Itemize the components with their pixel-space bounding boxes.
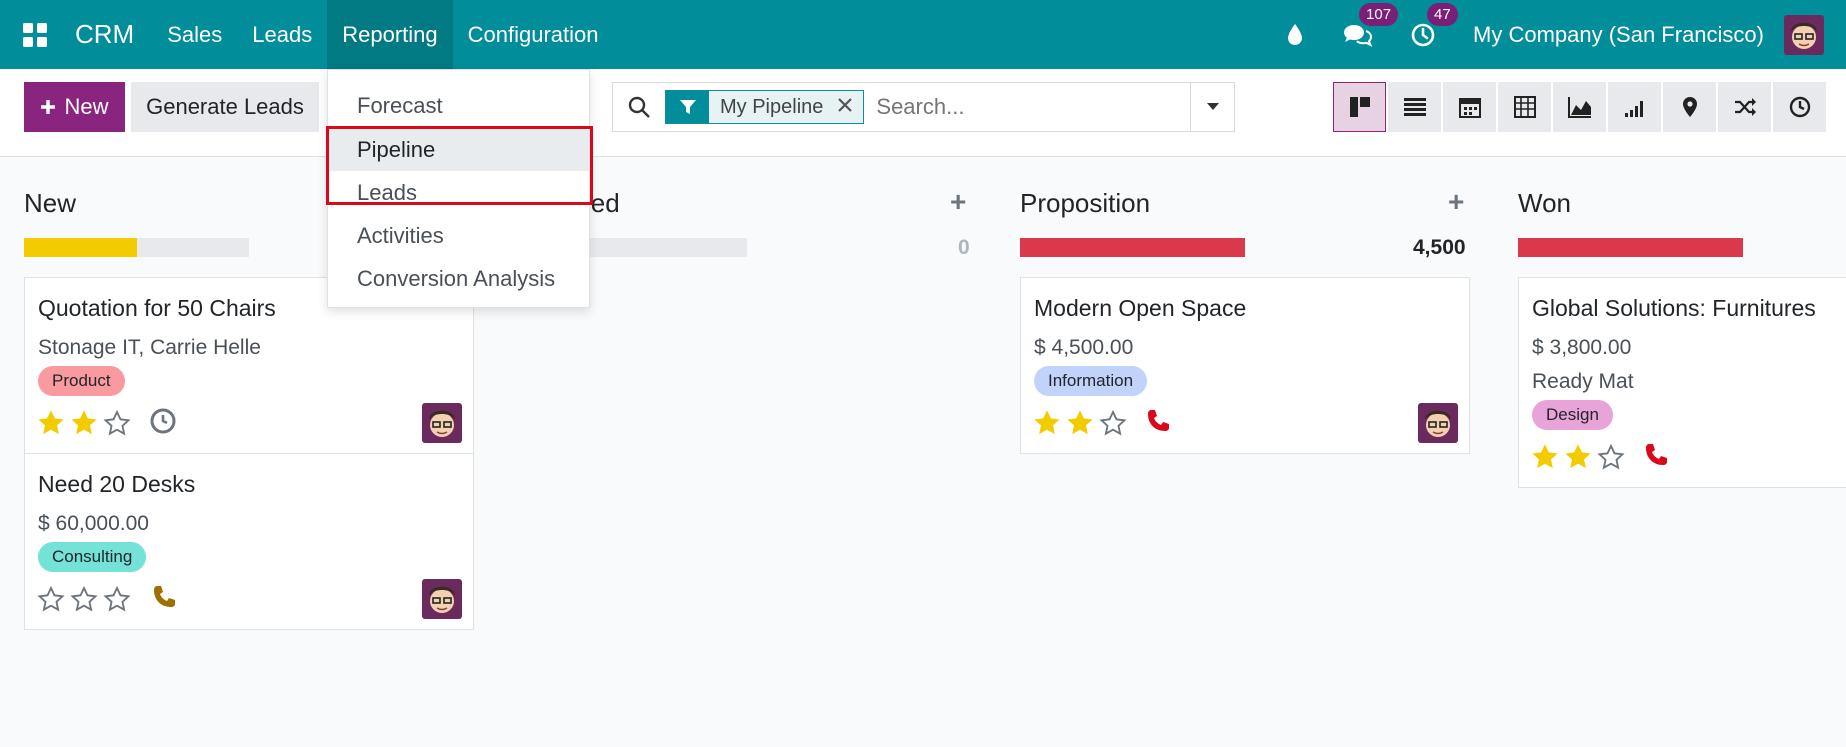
search-icon[interactable] bbox=[613, 95, 665, 119]
facet-label: My Pipeline bbox=[720, 95, 824, 118]
facet-remove-icon[interactable] bbox=[837, 96, 853, 119]
search-facet: My Pipeline bbox=[665, 90, 865, 124]
map-view-icon[interactable] bbox=[1663, 82, 1716, 132]
activity-view-icon[interactable] bbox=[1773, 82, 1826, 132]
dropdown-item-forecast[interactable]: Forecast bbox=[328, 84, 589, 127]
company-switcher[interactable]: My Company (San Francisco) bbox=[1473, 22, 1764, 48]
star-filled-icon[interactable] bbox=[1066, 409, 1094, 436]
star-filled-icon[interactable] bbox=[37, 409, 65, 436]
annotation-highlight-box bbox=[326, 126, 593, 205]
random-view-icon[interactable] bbox=[1718, 82, 1771, 132]
generate-leads-button[interactable]: Generate Leads bbox=[131, 82, 319, 132]
card-customer: Ready Mat bbox=[1532, 370, 1634, 393]
filter-icon bbox=[666, 91, 709, 123]
control-panel: New Generate Leads My Pipeline bbox=[0, 69, 1846, 157]
star-filled-icon[interactable] bbox=[1033, 409, 1061, 436]
top-navbar: CRM Sales Leads Reporting Configuration … bbox=[0, 0, 1846, 69]
card-customer: Stonage IT, Carrie Helle bbox=[38, 336, 261, 359]
priority-stars[interactable] bbox=[37, 409, 131, 436]
column-title-won[interactable]: Won bbox=[1518, 188, 1571, 219]
list-view-icon[interactable] bbox=[1388, 82, 1441, 132]
messages-icon[interactable]: 107 bbox=[1342, 2, 1399, 48]
caret-down-icon bbox=[1206, 103, 1219, 110]
column-title-new[interactable]: New bbox=[24, 188, 76, 219]
column-progress-new[interactable] bbox=[24, 238, 249, 257]
column-add-icon-qualified[interactable]: + bbox=[950, 186, 966, 218]
card-tag: Information bbox=[1034, 366, 1148, 396]
droplet-icon[interactable] bbox=[1286, 23, 1304, 47]
search-bar: My Pipeline bbox=[612, 82, 1235, 132]
new-button-label: New bbox=[64, 94, 109, 119]
dropdown-item-activities[interactable]: Activities bbox=[328, 214, 589, 257]
star-empty-icon[interactable] bbox=[37, 585, 65, 612]
activities-count-badge: 47 bbox=[1427, 2, 1458, 26]
graph-view-icon[interactable] bbox=[1553, 82, 1606, 132]
salesperson-avatar[interactable] bbox=[422, 403, 462, 443]
user-avatar[interactable] bbox=[1784, 14, 1824, 55]
salesperson-avatar[interactable] bbox=[1418, 403, 1458, 443]
messages-count-badge: 107 bbox=[1359, 2, 1399, 26]
star-filled-icon[interactable] bbox=[70, 409, 98, 436]
menu-reporting[interactable]: Reporting bbox=[327, 0, 453, 69]
card-title: Global Solutions: Furnitures bbox=[1532, 295, 1816, 321]
column-progress-qualified[interactable] bbox=[590, 238, 747, 257]
view-switcher bbox=[1333, 82, 1826, 132]
phone-icon[interactable] bbox=[1643, 442, 1669, 473]
menu-sales[interactable]: Sales bbox=[152, 0, 237, 69]
column-sum-proposition: 4,500 bbox=[1413, 236, 1466, 259]
column-title-proposition[interactable]: Proposition bbox=[1020, 188, 1150, 219]
card-tag: Product bbox=[38, 366, 125, 396]
star-empty-icon[interactable] bbox=[1099, 409, 1127, 436]
cohort-view-icon[interactable] bbox=[1608, 82, 1661, 132]
dropdown-item-conversion-analysis[interactable]: Conversion Analysis bbox=[328, 257, 589, 300]
card-revenue: $ 60,000.00 bbox=[38, 512, 149, 535]
search-options-toggle[interactable] bbox=[1190, 83, 1234, 131]
card-title: Modern Open Space bbox=[1034, 295, 1247, 321]
priority-stars[interactable] bbox=[1033, 409, 1127, 436]
star-filled-icon[interactable] bbox=[1564, 443, 1592, 470]
card-tag: Design bbox=[1532, 400, 1613, 430]
column-progress-won[interactable] bbox=[1518, 238, 1743, 257]
column-sum-qualified: 0 bbox=[958, 236, 970, 259]
activities-clock-icon[interactable]: 47 bbox=[1410, 2, 1458, 48]
star-filled-icon[interactable] bbox=[1531, 443, 1559, 470]
card-title: Quotation for 50 Chairs bbox=[38, 295, 276, 321]
card-title: Need 20 Desks bbox=[38, 471, 196, 497]
new-button[interactable]: New bbox=[24, 82, 125, 132]
kanban-card-global-solutions[interactable]: Global Solutions: Furnitures $ 3,800.00 … bbox=[1518, 277, 1846, 488]
kanban-view-icon[interactable] bbox=[1333, 82, 1386, 132]
apps-menu-icon[interactable] bbox=[0, 0, 70, 69]
card-tag: Consulting bbox=[38, 542, 147, 572]
kanban-card-modern-open-space[interactable]: Modern Open Space $ 4,500.00 Information bbox=[1020, 277, 1470, 454]
priority-stars[interactable] bbox=[1531, 443, 1625, 470]
star-empty-icon[interactable] bbox=[103, 409, 131, 436]
pivot-view-icon[interactable] bbox=[1498, 82, 1551, 132]
clock-icon[interactable] bbox=[149, 407, 177, 440]
star-empty-icon[interactable] bbox=[103, 585, 131, 612]
phone-icon[interactable] bbox=[151, 584, 177, 615]
menu-leads[interactable]: Leads bbox=[237, 0, 327, 69]
card-revenue: $ 4,500.00 bbox=[1034, 336, 1134, 359]
kanban-card-need-desks[interactable]: Need 20 Desks $ 60,000.00 Consulting bbox=[24, 453, 474, 630]
app-brand[interactable]: CRM bbox=[70, 0, 152, 69]
salesperson-avatar[interactable] bbox=[422, 579, 462, 619]
card-revenue: $ 3,800.00 bbox=[1532, 336, 1632, 359]
star-empty-icon[interactable] bbox=[1597, 443, 1625, 470]
column-progress-proposition[interactable] bbox=[1020, 238, 1245, 257]
star-empty-icon[interactable] bbox=[70, 585, 98, 612]
menu-configuration[interactable]: Configuration bbox=[453, 0, 614, 69]
calendar-view-icon[interactable] bbox=[1443, 82, 1496, 132]
priority-stars[interactable] bbox=[37, 585, 131, 612]
phone-icon[interactable] bbox=[1145, 408, 1171, 439]
search-input[interactable] bbox=[876, 94, 1190, 120]
column-add-icon-proposition[interactable]: + bbox=[1448, 186, 1464, 218]
plus-icon bbox=[41, 100, 56, 114]
